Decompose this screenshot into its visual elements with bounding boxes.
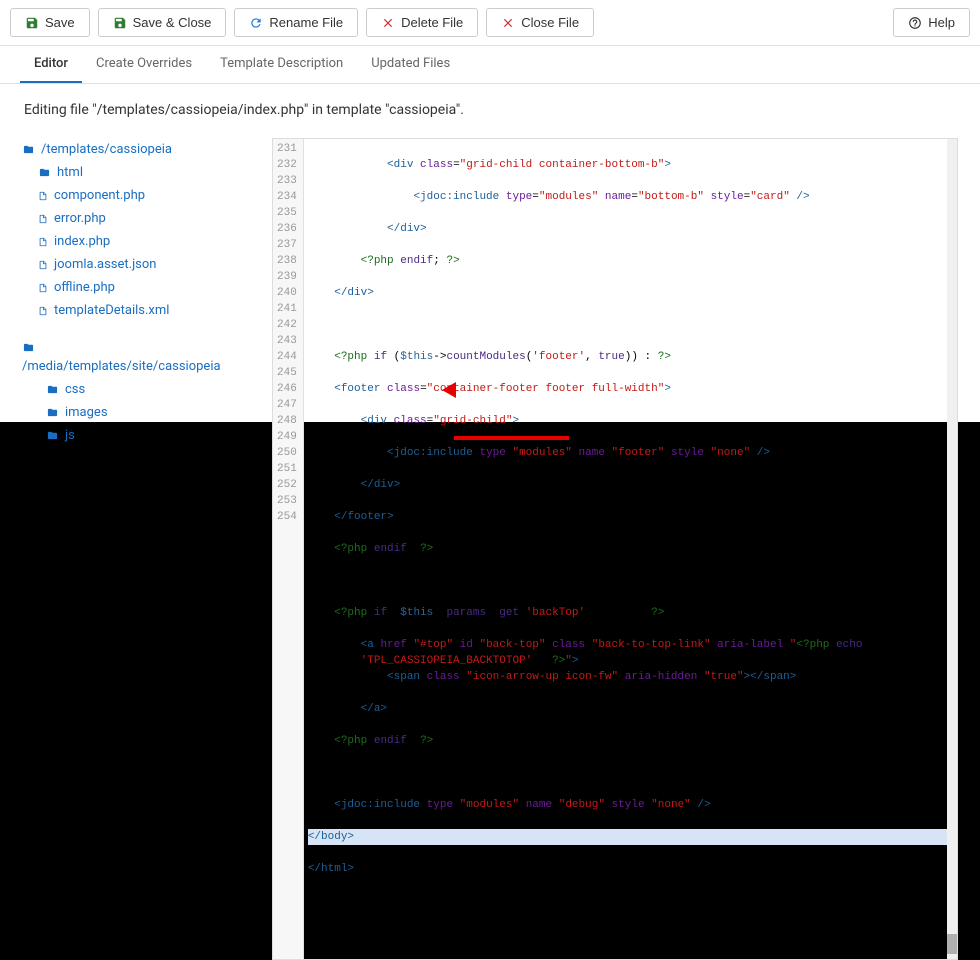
file-icon: [38, 213, 48, 225]
folder-icon: [22, 144, 35, 155]
code-editor[interactable]: 231 232 233 234 235 236 237 238 239 240 …: [272, 138, 958, 960]
save-close-label: Save & Close: [133, 15, 212, 30]
folder-icon: [46, 384, 59, 395]
tree-item-label: images: [65, 405, 108, 420]
save-icon: [25, 16, 39, 30]
save-icon: [113, 16, 127, 30]
tree-item-index[interactable]: index.php: [22, 230, 252, 253]
scrollbar-thumb[interactable]: [947, 934, 957, 954]
save-close-button[interactable]: Save & Close: [98, 8, 227, 37]
folder-icon: [46, 407, 59, 418]
file-icon: [38, 259, 48, 271]
tree-item-label: html: [57, 165, 83, 180]
tree-item-label: js: [65, 428, 75, 443]
tree-item-error[interactable]: error.php: [22, 207, 252, 230]
refresh-icon: [249, 16, 263, 30]
close-file-label: Close File: [521, 15, 579, 30]
tree-item-label: templateDetails.xml: [54, 303, 169, 318]
tab-template-description[interactable]: Template Description: [206, 46, 357, 83]
delete-label: Delete File: [401, 15, 463, 30]
close-x-icon: [381, 16, 395, 30]
tree-item-offline[interactable]: offline.php: [22, 276, 252, 299]
page-title: Editing file "/templates/cassiopeia/inde…: [22, 102, 958, 118]
tree-item-template-details[interactable]: templateDetails.xml: [22, 299, 252, 322]
tree-item-label: offline.php: [54, 280, 115, 295]
question-icon: [908, 16, 922, 30]
help-label: Help: [928, 15, 955, 30]
rename-button[interactable]: Rename File: [234, 8, 358, 37]
tree-root-templates[interactable]: /templates/cassiopeia: [22, 138, 252, 161]
tree-item-images[interactable]: images: [22, 401, 252, 424]
help-button[interactable]: Help: [893, 8, 970, 37]
tree-item-label: component.php: [54, 188, 145, 203]
line-gutter: 231 232 233 234 235 236 237 238 239 240 …: [273, 139, 304, 959]
tree-item-js[interactable]: js: [22, 424, 252, 447]
tab-create-overrides[interactable]: Create Overrides: [82, 46, 206, 83]
save-button[interactable]: Save: [10, 8, 90, 37]
tree-item-html[interactable]: html: [22, 161, 252, 184]
tab-editor[interactable]: Editor: [20, 46, 82, 83]
tree-root-media[interactable]: [22, 338, 252, 357]
toolbar: Save Save & Close Rename File Delete Fil…: [0, 0, 980, 46]
tree-item-joomla-asset[interactable]: joomla.asset.json: [22, 253, 252, 276]
tree-item-label: joomla.asset.json: [54, 257, 156, 272]
tree-item-label: index.php: [54, 234, 110, 249]
tree-item-label: error.php: [54, 211, 106, 226]
tree-item-label: css: [65, 382, 85, 397]
file-tree: /templates/cassiopeia html component.php: [22, 138, 252, 960]
tree-root-label: /media/templates/site/cassiopeia: [22, 357, 252, 378]
tree-item-component[interactable]: component.php: [22, 184, 252, 207]
folder-icon: [38, 167, 51, 178]
file-icon: [38, 190, 48, 202]
file-icon: [38, 236, 48, 248]
file-icon: [38, 282, 48, 294]
delete-button[interactable]: Delete File: [366, 8, 478, 37]
file-icon: [38, 305, 48, 317]
code-content[interactable]: <div class="grid-child container-bottom-…: [304, 139, 957, 959]
tree-item-css[interactable]: css: [22, 378, 252, 401]
vertical-scrollbar[interactable]: [947, 139, 957, 959]
tabs-bar: Editor Create Overrides Template Descrip…: [0, 46, 980, 84]
rename-label: Rename File: [269, 15, 343, 30]
close-x-icon: [501, 16, 515, 30]
save-label: Save: [45, 15, 75, 30]
folder-icon: [22, 342, 35, 353]
close-file-button[interactable]: Close File: [486, 8, 594, 37]
tree-root-label: /templates/cassiopeia: [41, 142, 172, 157]
tab-updated-files[interactable]: Updated Files: [357, 46, 464, 83]
folder-icon: [46, 430, 59, 441]
